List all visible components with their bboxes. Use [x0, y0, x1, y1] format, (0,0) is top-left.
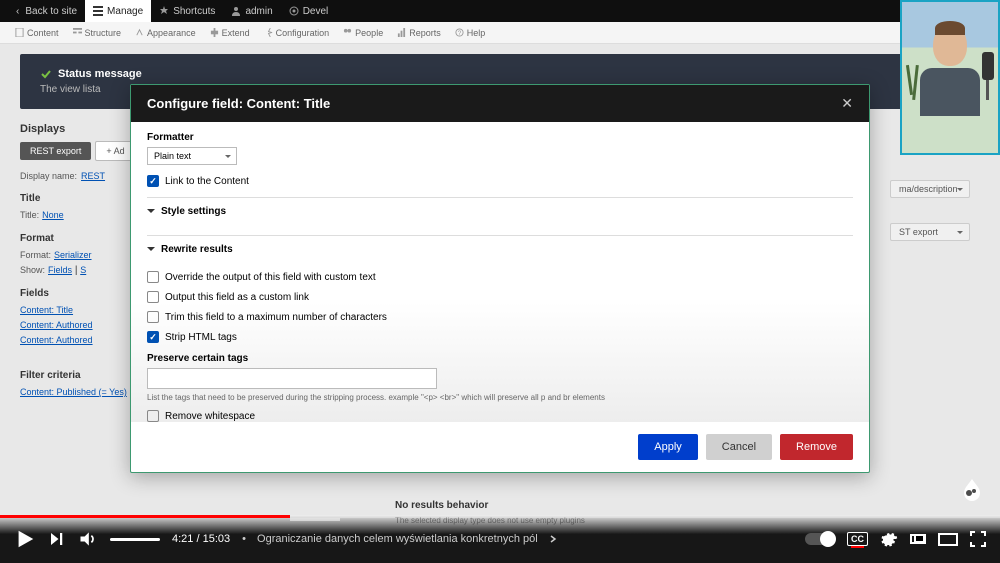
style-settings-section[interactable]: Style settings — [147, 197, 853, 225]
preserve-tags-label: Preserve certain tags — [147, 353, 853, 364]
shortcuts-tab[interactable]: Shortcuts — [151, 0, 223, 22]
volume-button[interactable] — [78, 529, 98, 549]
miniplayer-button[interactable] — [910, 534, 926, 544]
svg-text:?: ? — [457, 30, 461, 37]
title-link[interactable]: None — [42, 210, 64, 220]
field-content-authored-1[interactable]: Content: Authored — [20, 320, 93, 330]
cancel-button[interactable]: Cancel — [706, 434, 772, 460]
modal-header: Configure field: Content: Title ✕ — [131, 85, 869, 122]
drupal-logo-icon — [958, 475, 986, 503]
progress-buffer — [290, 518, 340, 521]
play-button[interactable] — [14, 528, 36, 550]
chevron-down-icon — [147, 247, 155, 255]
time-display: 4:21 / 15:03 — [172, 533, 230, 545]
link-to-content-checkbox[interactable] — [147, 175, 159, 187]
rewrite-options: Override the output of this field with c… — [147, 271, 853, 422]
bg-right-dropdowns: ma/description ST export — [890, 180, 970, 266]
manage-subtoolbar: Content Structure Appearance Extend Conf… — [0, 22, 1000, 44]
override-checkbox[interactable] — [147, 271, 159, 283]
rewrite-results-section[interactable]: Rewrite results — [147, 235, 853, 263]
dd-export[interactable]: ST export — [890, 223, 970, 241]
sb-reports[interactable]: Reports — [390, 28, 448, 38]
video-player-controls: 4:21 / 15:03 • Ograniczanie danych celem… — [0, 515, 1000, 563]
remove-whitespace-checkbox[interactable] — [147, 410, 159, 422]
microphone — [982, 52, 994, 80]
autoplay-toggle[interactable] — [805, 533, 835, 545]
field-content-title[interactable]: Content: Title — [20, 305, 73, 315]
modal-footer: Apply Cancel Remove — [131, 422, 869, 472]
preserve-tags-input[interactable] — [147, 368, 437, 389]
formatter-label: Formatter — [147, 132, 853, 143]
chapter-title[interactable]: • Ograniczanie danych celem wyświetlania… — [242, 533, 557, 545]
preserve-tags-help: List the tags that need to be preserved … — [147, 393, 853, 402]
devel-tab[interactable]: Devel — [281, 0, 337, 22]
dd-description[interactable]: ma/description — [890, 180, 970, 198]
next-button[interactable] — [48, 530, 66, 548]
sb-extend[interactable]: Extend — [203, 28, 257, 38]
chevron-down-icon — [147, 209, 155, 217]
back-to-site[interactable]: ‹Back to site — [8, 0, 85, 22]
formatter-select[interactable]: Plain text — [147, 147, 237, 165]
custom-link-checkbox[interactable] — [147, 291, 159, 303]
modal-close-button[interactable]: ✕ — [841, 95, 853, 112]
configure-field-modal: Configure field: Content: Title ✕ Format… — [130, 84, 870, 473]
sb-configuration[interactable]: Configuration — [257, 28, 337, 38]
presenter — [920, 24, 980, 114]
admin-tab[interactable]: admin — [223, 0, 280, 22]
tab-rest-export[interactable]: REST export — [20, 142, 91, 160]
modal-body: Formatter Plain text Link to the Content… — [131, 122, 869, 422]
field-content-authored-2[interactable]: Content: Authored — [20, 335, 93, 345]
modal-title: Configure field: Content: Title — [147, 96, 330, 111]
volume-slider[interactable] — [110, 538, 160, 541]
theater-button[interactable] — [938, 533, 958, 546]
webcam-overlay — [900, 0, 1000, 155]
format-link[interactable]: Serializer — [54, 250, 92, 260]
sb-content[interactable]: Content — [8, 28, 66, 38]
show-link[interactable]: Fields — [48, 265, 72, 275]
sb-appearance[interactable]: Appearance — [128, 28, 203, 38]
strip-html-checkbox[interactable] — [147, 331, 159, 343]
display-name-link[interactable]: REST — [81, 171, 105, 181]
settings-button[interactable] — [880, 530, 898, 548]
apply-button[interactable]: Apply — [638, 434, 698, 460]
progress-fill — [0, 515, 290, 518]
remove-button[interactable]: Remove — [780, 434, 853, 460]
filter-published[interactable]: Content: Published (= Yes) — [20, 387, 127, 397]
manage-tab[interactable]: Manage — [85, 0, 151, 22]
sb-help[interactable]: ?Help — [448, 28, 493, 38]
fullscreen-button[interactable] — [970, 531, 986, 547]
sb-structure[interactable]: Structure — [66, 28, 129, 38]
captions-button[interactable]: CC — [847, 532, 868, 546]
sb-people[interactable]: People — [336, 28, 390, 38]
no-results-heading: No results behavior — [395, 500, 488, 511]
link-to-content-label: Link to the Content — [165, 176, 249, 187]
trim-checkbox[interactable] — [147, 311, 159, 323]
progress-bar[interactable] — [0, 515, 1000, 518]
admin-toolbar: ‹Back to site Manage Shortcuts admin Dev… — [0, 0, 1000, 22]
